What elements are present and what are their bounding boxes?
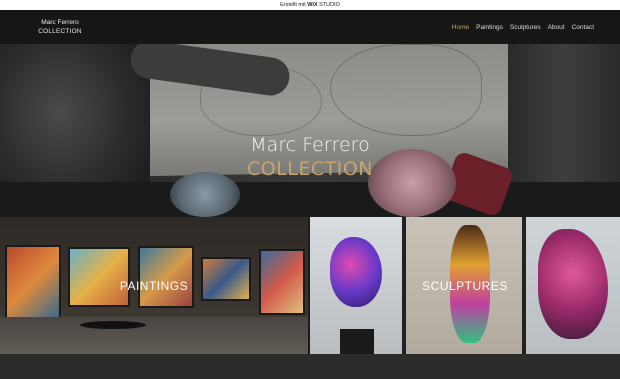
logo-line-2: COLLECTION — [38, 28, 82, 35]
nav-sculptures[interactable]: Sculptures — [510, 24, 541, 31]
nav-home[interactable]: Home — [452, 24, 469, 31]
painting-image — [68, 247, 130, 307]
painting-image — [138, 246, 194, 308]
hero-title: Marc Ferrero — [250, 134, 370, 156]
nav-contact[interactable]: Contact — [572, 24, 594, 31]
page-footer-strip — [0, 354, 620, 379]
site-logo[interactable]: Marc Ferrero COLLECTION — [38, 18, 82, 36]
wix-bar-prefix: Erstellt mit — [280, 2, 306, 8]
nav-about[interactable]: About — [548, 24, 565, 31]
gallery-floor — [0, 317, 308, 354]
nav-paintings[interactable]: Paintings — [476, 24, 503, 31]
pedestal — [340, 329, 374, 354]
desk-surface — [0, 182, 620, 217]
wix-bar-suffix: STUDIO — [319, 2, 340, 8]
hero-banner: Marc Ferrero COLLECTION — [0, 44, 620, 217]
hero-subtitle: COLLECTION — [246, 158, 374, 180]
paintings-panel[interactable]: PAINTINGS — [0, 217, 308, 354]
sculptures-label: SCULPTURES — [422, 279, 508, 293]
paintings-label: PAINTINGS — [119, 279, 189, 293]
wix-logo: WiX — [307, 2, 318, 8]
wix-promo-bar[interactable]: Erstellt mit WiX STUDIO — [0, 0, 620, 10]
site-header: Marc Ferrero COLLECTION Home Paintings S… — [0, 10, 620, 44]
sculpture-image — [330, 237, 382, 307]
logo-line-1: Marc Ferrero — [41, 19, 79, 26]
sculptures-panel[interactable]: SCULPTURES — [310, 217, 620, 354]
gallery-table — [80, 321, 146, 329]
main-nav: Home Paintings Sculptures About Contact — [452, 24, 594, 31]
